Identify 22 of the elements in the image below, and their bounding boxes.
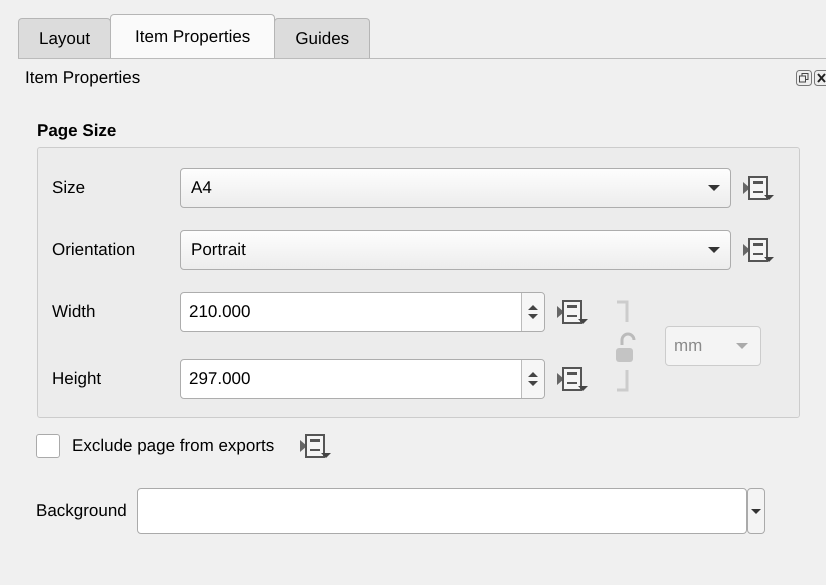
checkbox[interactable]	[36, 434, 60, 458]
dropdown-button[interactable]	[746, 488, 765, 534]
tab[interactable]: Item Properties	[110, 14, 276, 58]
tab[interactable]: Guides	[274, 18, 370, 58]
dropdown[interactable]: A4	[180, 168, 731, 208]
close-icon[interactable]	[814, 70, 826, 86]
stepper-icon[interactable]	[528, 371, 538, 387]
group-title: Page Size	[37, 121, 118, 141]
tab[interactable]: Layout	[18, 18, 112, 58]
field-label: Background	[36, 501, 127, 521]
checkbox-label: Exclude page from exports	[72, 436, 274, 456]
field-label: Width	[52, 302, 96, 322]
spin-box[interactable]: 297.000	[180, 359, 545, 399]
stepper-icon[interactable]	[528, 304, 538, 320]
dropdown[interactable]: Portrait	[180, 230, 731, 270]
field-label: Height	[52, 369, 102, 389]
panel-title: Item Properties	[25, 68, 142, 88]
color-field[interactable]	[136, 488, 747, 534]
spin-box[interactable]: 210.000	[180, 292, 545, 332]
field-label: Orientation	[52, 240, 136, 260]
field-label: Size	[52, 178, 86, 198]
float-icon[interactable]	[796, 70, 812, 86]
